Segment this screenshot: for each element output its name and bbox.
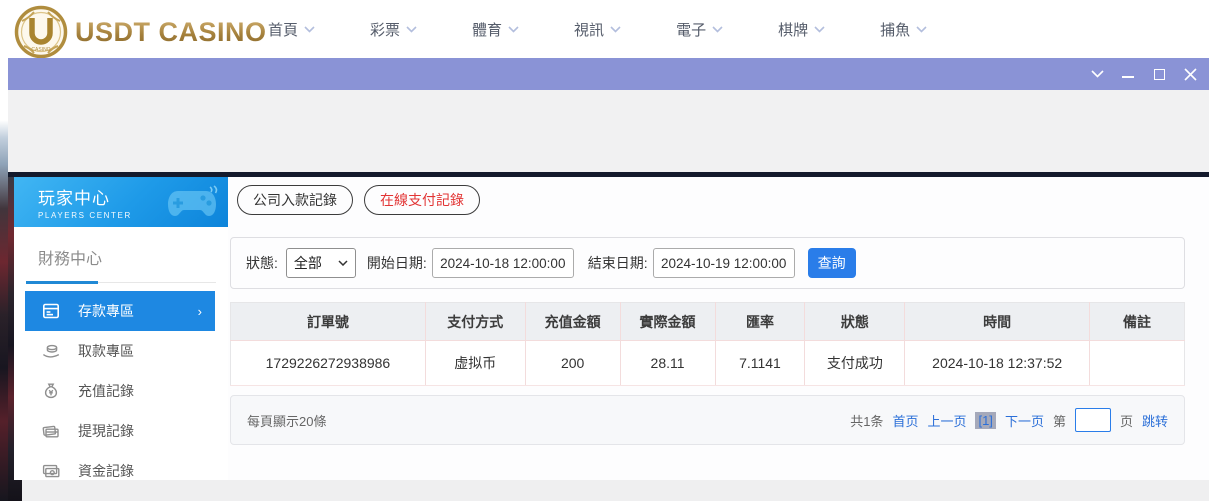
cell-time: 2024-10-18 12:37:52 (905, 341, 1090, 386)
gamepad-icon (166, 185, 218, 219)
status-label: 狀態: (246, 253, 278, 273)
sidebar-item-withdrawal-records[interactable]: 提現記錄 (25, 411, 215, 451)
cell-recharge-amount: 200 (525, 341, 620, 386)
sidebar-section-label: 財務中心 (38, 245, 216, 269)
window-maximize-icon[interactable] (1152, 67, 1166, 81)
chevron-down-icon (304, 26, 315, 33)
player-center-window: 玩家中心 PLAYERS CENTER 財務中心 (8, 58, 1209, 501)
page-background-sliver (0, 58, 8, 501)
nav-item-fishing[interactable]: 捕魚 (880, 19, 927, 40)
next-page-link[interactable]: 下一页 (1005, 411, 1044, 430)
start-date-label: 開始日期: (367, 253, 427, 273)
main-nav: 首頁 彩票 體育 視訊 電子 棋牌 捕魚 (268, 0, 927, 58)
sidebar-item-deposit-zone[interactable]: 存款專區 › (25, 291, 215, 331)
jump-action-link[interactable]: 跳转 (1142, 411, 1168, 430)
hand-coins-icon (41, 341, 61, 361)
card-machine-icon (41, 301, 61, 321)
col-remark: 備註 (1090, 303, 1185, 341)
nav-item-home[interactable]: 首頁 (268, 19, 315, 40)
select-chevron-icon (338, 260, 348, 266)
end-date-label: 結束日期: (588, 253, 648, 273)
chevron-down-icon (610, 26, 621, 33)
col-status: 狀態 (805, 303, 905, 341)
nav-item-sports[interactable]: 體育 (472, 19, 519, 40)
record-tabs: 公司入款記錄 在線支付記錄 (237, 185, 480, 215)
money-bag-icon (41, 381, 61, 401)
current-page-badge: [1] (975, 412, 995, 429)
table-row: 1729226272938986 虚拟币 200 28.11 7.1141 支付… (231, 341, 1185, 386)
chevron-down-icon (712, 26, 723, 33)
sidebar-item-fund-records[interactable]: 資金記錄 (25, 451, 215, 491)
status-select[interactable]: 全部 (286, 248, 356, 278)
nav-item-cards[interactable]: 棋牌 (778, 19, 825, 40)
first-page-link[interactable]: 首页 (892, 411, 918, 430)
nav-item-lottery[interactable]: 彩票 (370, 19, 417, 40)
col-actual-amount: 實際金額 (620, 303, 715, 341)
sidebar-menu: 存款專區 › 取款專區 充值記錄 提現記錄 (14, 291, 228, 491)
cell-payment-method: 虚拟币 (425, 341, 525, 386)
filter-bar: 狀態: 全部 開始日期: 結束日期: 查詢 (230, 237, 1185, 289)
cell-actual-amount: 28.11 (620, 341, 715, 386)
logo-text: USDT CASINO (75, 17, 267, 48)
page-number-input[interactable] (1075, 408, 1111, 432)
records-table: 訂單號 支付方式 充值金額 實際金額 匯率 狀態 時間 備註 172922627 (230, 302, 1185, 386)
start-date-input[interactable] (432, 248, 574, 278)
jump-prefix-text: 第 (1053, 411, 1066, 430)
col-payment-method: 支付方式 (425, 303, 525, 341)
end-date-input[interactable] (653, 248, 795, 278)
jump-suffix-text: 页 (1120, 411, 1133, 430)
sidebar-section-divider (26, 281, 216, 284)
nav-item-live[interactable]: 視訊 (574, 19, 621, 40)
prev-page-link[interactable]: 上一页 (927, 411, 966, 430)
col-recharge-amount: 充值金額 (525, 303, 620, 341)
tab-online-payment-records[interactable]: 在線支付記錄 (364, 185, 480, 215)
logo-ball-icon: CASINO (14, 5, 68, 59)
banknotes-icon (41, 461, 61, 481)
cell-exchange-rate: 7.1141 (715, 341, 805, 386)
cell-order-no: 1729226272938986 (231, 341, 426, 386)
window-titlebar (8, 58, 1209, 90)
chevron-down-icon (916, 26, 927, 33)
wallet-cards-icon (41, 421, 61, 441)
chevron-down-icon (814, 26, 825, 33)
chevron-down-icon (508, 26, 519, 33)
window-collapse-icon[interactable] (1090, 67, 1104, 81)
nav-item-slots[interactable]: 電子 (676, 19, 723, 40)
cell-remark (1090, 341, 1185, 386)
cell-status: 支付成功 (805, 341, 905, 386)
site-header: CASINO USDT CASINO 首頁 彩票 體育 視訊 電子 棋牌 (0, 0, 1209, 60)
col-time: 時間 (905, 303, 1090, 341)
total-count-text: 共1条 (850, 411, 883, 430)
chevron-down-icon (406, 26, 417, 33)
player-center-sidebar: 玩家中心 PLAYERS CENTER 財務中心 (14, 177, 228, 480)
sidebar-item-recharge-records[interactable]: 充值記錄 (25, 371, 215, 411)
window-minimize-icon[interactable] (1121, 67, 1135, 81)
chevron-right-icon: › (198, 304, 202, 319)
site-logo[interactable]: CASINO USDT CASINO (14, 5, 267, 59)
window-close-icon[interactable] (1183, 67, 1197, 81)
col-exchange-rate: 匯率 (715, 303, 805, 341)
sidebar-header: 玩家中心 PLAYERS CENTER (14, 177, 228, 227)
sidebar-item-withdraw-zone[interactable]: 取款專區 (25, 331, 215, 371)
col-order-no: 訂單號 (231, 303, 426, 341)
window-body: 玩家中心 PLAYERS CENTER 財務中心 (8, 90, 1209, 501)
pagination-bar: 每頁顯示20條 共1条 首页 上一页 [1] 下一页 第 页 跳转 (230, 395, 1185, 445)
tab-company-deposit-records[interactable]: 公司入款記錄 (237, 185, 353, 215)
search-button[interactable]: 查詢 (808, 248, 856, 278)
table-header-row: 訂單號 支付方式 充值金額 實際金額 匯率 狀態 時間 備註 (231, 303, 1185, 341)
page-size-text: 每頁顯示20條 (247, 411, 326, 430)
svg-text:CASINO: CASINO (31, 47, 50, 53)
